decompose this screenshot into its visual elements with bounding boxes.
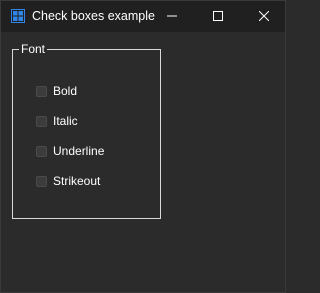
checkbox-label: Strikeout: [53, 174, 101, 188]
close-button[interactable]: [241, 1, 287, 32]
checkbox-indicator[interactable]: [36, 175, 47, 187]
checkbox-italic[interactable]: Italic: [36, 112, 78, 130]
maximize-icon: [213, 8, 223, 26]
checkbox-indicator[interactable]: [36, 145, 47, 157]
checkbox-indicator[interactable]: [36, 115, 47, 127]
groupbox-title: Font: [19, 41, 48, 57]
window-app-icon: [11, 9, 25, 23]
minimize-icon: [167, 8, 177, 26]
checkbox-underline[interactable]: Underline: [36, 142, 104, 160]
checkbox-strikeout[interactable]: Strikeout: [36, 172, 100, 190]
checkbox-indicator[interactable]: [36, 85, 47, 97]
checkbox-label: Italic: [53, 114, 78, 128]
font-groupbox: Font Bold Italic Underline Strikeout: [12, 41, 161, 219]
minimize-button[interactable]: [149, 1, 195, 32]
checkbox-label: Bold: [53, 84, 78, 98]
checkbox-label: Underline: [53, 144, 105, 158]
app-window: Check boxes example Font Bold Italic Und…: [0, 0, 286, 293]
title-bar[interactable]: Check boxes example: [1, 1, 285, 32]
checkbox-bold[interactable]: Bold: [36, 82, 77, 100]
window-title: Check boxes example: [32, 9, 155, 23]
maximize-button[interactable]: [195, 1, 241, 32]
close-icon: [258, 8, 270, 26]
